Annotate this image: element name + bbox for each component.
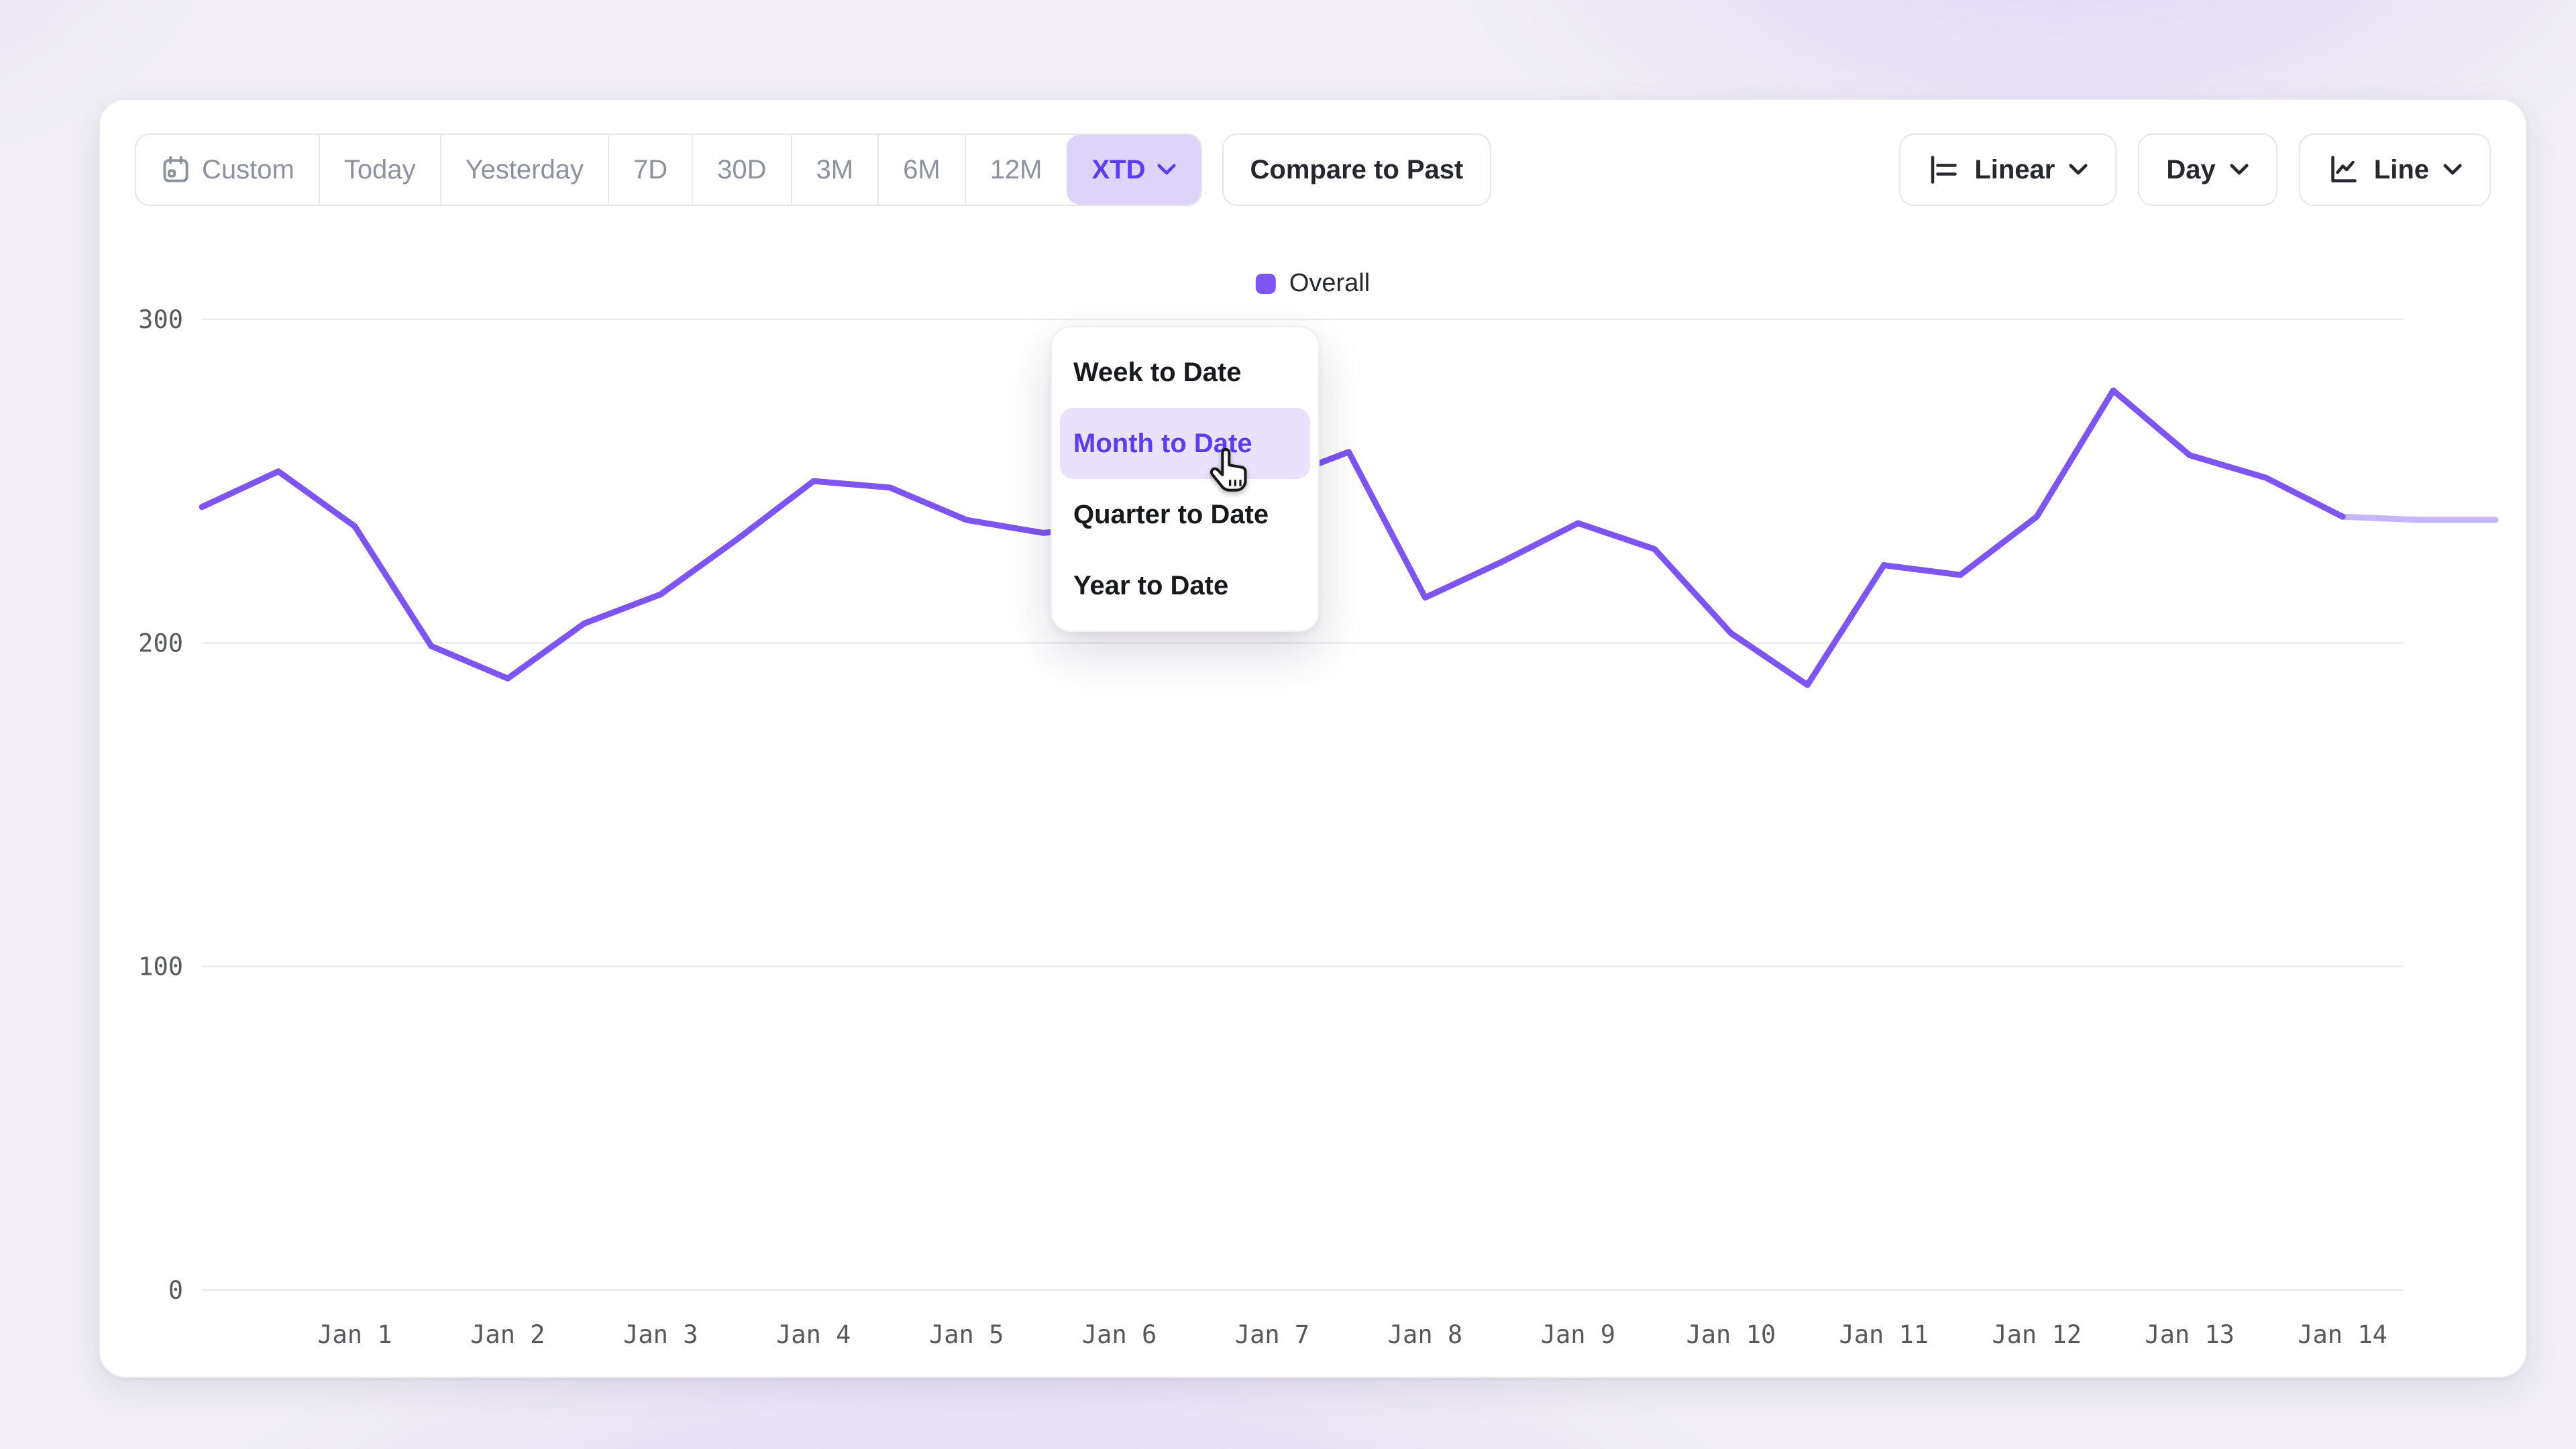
day-button[interactable]: Day: [2138, 133, 2277, 206]
legend-swatch-icon: [1256, 274, 1276, 294]
dropdown-item-quarter-to-date[interactable]: Quarter to Date: [1060, 479, 1310, 550]
x-axis-label: Jan 14: [2298, 1320, 2387, 1349]
dropdown-item-month-to-date[interactable]: Month to Date: [1060, 408, 1310, 479]
date-range-label: 30D: [717, 155, 766, 185]
line-button[interactable]: Line: [2299, 133, 2491, 206]
x-axis-label: Jan 2: [470, 1320, 545, 1349]
date-range-label: 7D: [633, 155, 667, 185]
date-range-label: Custom: [202, 155, 294, 185]
chevron-down-icon: [1157, 163, 1177, 176]
date-range-3m[interactable]: 3M: [791, 135, 878, 205]
x-axis-label: Jan 8: [1388, 1320, 1462, 1349]
chevron-down-icon: [2068, 163, 2088, 176]
date-range-yesterday[interactable]: Yesterday: [440, 135, 608, 205]
date-range-dropdown-menu: Week to DateMonth to DateQuarter to Date…: [1051, 326, 1320, 632]
date-range-label: Yesterday: [466, 155, 584, 185]
y-axis-label: 300: [138, 305, 183, 334]
x-axis-label: Jan 10: [1686, 1320, 1776, 1349]
y-axis-label: 0: [168, 1276, 183, 1305]
linear-scale-icon: [1927, 153, 1961, 186]
chart-line-incomplete: [2343, 517, 2496, 520]
linear-button[interactable]: Linear: [1899, 133, 2116, 206]
dropdown-item-week-to-date[interactable]: Week to Date: [1060, 337, 1310, 408]
date-range-label: 12M: [990, 155, 1042, 185]
chevron-down-icon: [2229, 163, 2249, 176]
date-range-7d[interactable]: 7D: [608, 135, 692, 205]
line-chart-icon: [2327, 153, 2361, 186]
toolbar-left: Custom Today Yesterday 7D 30D 3M 6M 12M XTD Comp…: [135, 133, 1491, 206]
legend-label: Overall: [1289, 269, 1370, 298]
x-axis-label: Jan 13: [2145, 1320, 2235, 1349]
cursor-pointer-icon: [1209, 446, 1253, 498]
chevron-down-icon: [2443, 163, 2463, 176]
date-range-30d[interactable]: 30D: [692, 135, 790, 205]
linear-label: Linear: [1974, 155, 2055, 185]
x-axis-label: Jan 4: [776, 1320, 851, 1349]
date-range-xtd[interactable]: XTD: [1067, 135, 1201, 205]
day-label: Day: [2166, 155, 2215, 185]
x-axis-label: Jan 6: [1082, 1320, 1157, 1349]
date-range-today[interactable]: Today: [319, 135, 440, 205]
date-range-6m[interactable]: 6M: [877, 135, 965, 205]
x-axis-label: Jan 3: [623, 1320, 698, 1349]
x-axis-label: Jan 9: [1541, 1320, 1615, 1349]
date-range-label: 3M: [816, 155, 854, 185]
line-label: Line: [2374, 155, 2429, 185]
date-range-custom[interactable]: Custom: [136, 135, 319, 205]
y-axis-label: 100: [138, 953, 183, 981]
x-axis-label: Jan 5: [929, 1320, 1004, 1349]
date-range-label: XTD: [1092, 155, 1146, 185]
y-axis-label: 200: [138, 629, 183, 657]
x-axis-label: Jan 1: [317, 1320, 392, 1349]
toolbar-right: Linear Day Line: [1899, 133, 2491, 206]
compare-to-past-button[interactable]: Compare to Past: [1222, 133, 1492, 206]
compare-to-past-label: Compare to Past: [1250, 155, 1464, 185]
x-axis-label: Jan 11: [1839, 1320, 1929, 1349]
dropdown-item-year-to-date[interactable]: Year to Date: [1060, 550, 1310, 621]
date-range-label: 6M: [903, 155, 941, 185]
date-range-label: Today: [344, 155, 416, 185]
x-axis-label: Jan 7: [1235, 1320, 1309, 1349]
date-range-segmented-control: Custom Today Yesterday 7D 30D 3M 6M 12M XTD: [135, 133, 1202, 206]
legend: Overall: [1256, 269, 1370, 298]
chart-card: 0 100 200 300 Jan 1 Jan 2 Jan 3 Jan 4 Jan 5 Jan 6…: [99, 99, 2527, 1378]
date-range-12m[interactable]: 12M: [965, 135, 1067, 205]
calendar-icon: [160, 154, 191, 185]
toolbar: Custom Today Yesterday 7D 30D 3M 6M 12M XTD Comp…: [135, 135, 2491, 205]
x-axis-label: Jan 12: [1992, 1320, 2082, 1349]
